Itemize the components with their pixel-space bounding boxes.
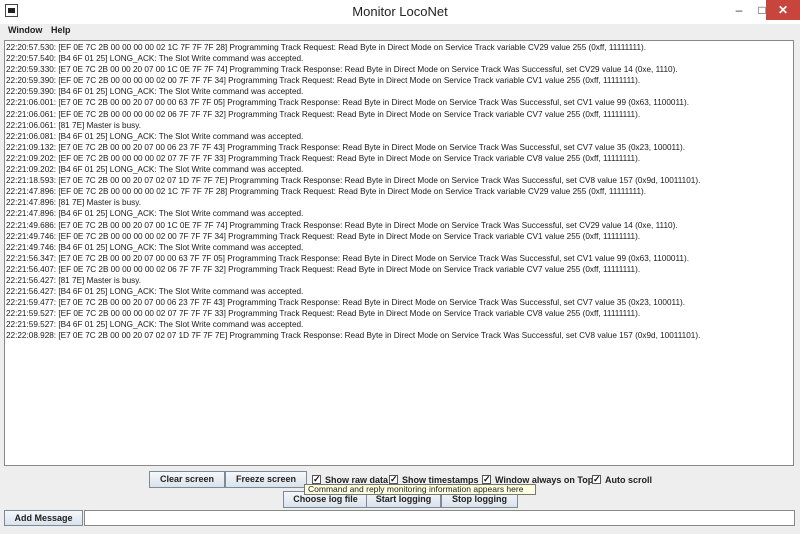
checkbox-checked-icon[interactable] bbox=[482, 473, 491, 485]
log-line: 22:20:59.330: [E7 0E 7C 2B 00 00 20 07 0… bbox=[6, 65, 678, 75]
log-line: 22:21:59.477: [E7 0E 7C 2B 00 00 20 07 0… bbox=[6, 298, 686, 308]
log-line: 22:21:06.081: [B4 6F 01 25] LONG_ACK: Th… bbox=[6, 131, 304, 141]
log-line: 22:21:09.132: [E7 0E 7C 2B 00 00 20 07 0… bbox=[6, 142, 686, 152]
minimize-button[interactable]: – bbox=[726, 0, 752, 20]
title-bar: Monitor LocoNet – □ ✕ bbox=[0, 0, 800, 24]
window-title: Monitor LocoNet bbox=[352, 4, 448, 19]
log-line: 22:21:56.427: [B4 6F 01 25] LONG_ACK: Th… bbox=[6, 287, 304, 297]
log-line: 22:21:49.746: [B4 6F 01 25] LONG_ACK: Th… bbox=[6, 242, 304, 252]
tooltip: Command and reply monitoring information… bbox=[304, 484, 536, 495]
checkbox-checked-icon[interactable] bbox=[312, 473, 321, 485]
add-message-button[interactable]: Add Message bbox=[4, 510, 83, 526]
log-line: 22:21:56.407: [EF 0E 7C 2B 00 00 00 00 0… bbox=[6, 264, 641, 274]
log-line: 22:21:59.527: [B4 6F 01 25] LONG_ACK: Th… bbox=[6, 320, 304, 330]
clear-screen-button[interactable]: Clear screen bbox=[149, 471, 225, 488]
log-line: 22:20:59.390: [EF 0E 7C 2B 00 00 00 00 0… bbox=[6, 76, 641, 86]
log-line: 22:21:47.896: [81 7E] Master is busy. bbox=[6, 198, 142, 208]
log-line: 22:20:59.390: [B4 6F 01 25] LONG_ACK: Th… bbox=[6, 87, 304, 97]
checkbox-checked-icon[interactable] bbox=[592, 473, 601, 485]
log-line: 22:20:57.540: [B4 6F 01 25] LONG_ACK: Th… bbox=[6, 54, 304, 64]
log-line: 22:21:49.686: [E7 0E 7C 2B 00 00 20 07 0… bbox=[6, 220, 678, 230]
log-line: 22:21:49.746: [EF 0E 7C 2B 00 00 00 00 0… bbox=[6, 231, 641, 241]
log-line: 22:21:06.001: [E7 0E 7C 2B 00 00 20 07 0… bbox=[6, 98, 689, 108]
log-line: 22:21:47.896: [EF 0E 7C 2B 00 00 00 00 0… bbox=[6, 187, 647, 197]
log-line: 22:21:47.896: [B4 6F 01 25] LONG_ACK: Th… bbox=[6, 209, 304, 219]
log-line: 22:21:18.593: [E7 0E 7C 2B 00 00 20 07 0… bbox=[6, 176, 701, 186]
log-line: 22:21:09.202: [EF 0E 7C 2B 00 00 00 00 0… bbox=[6, 153, 641, 163]
log-line: 22:21:59.527: [EF 0E 7C 2B 00 00 00 00 0… bbox=[6, 309, 641, 319]
menu-bar: Window Help bbox=[0, 24, 800, 38]
log-line: 22:20:57.530: [EF 0E 7C 2B 00 00 00 00 0… bbox=[6, 43, 647, 52]
close-button[interactable]: ✕ bbox=[766, 0, 800, 20]
auto-scroll-checkbox[interactable]: Auto scroll bbox=[592, 473, 653, 486]
message-input[interactable] bbox=[84, 510, 795, 526]
freeze-screen-button[interactable]: Freeze screen bbox=[225, 471, 307, 488]
log-line: 22:21:06.061: [EF 0E 7C 2B 00 00 00 00 0… bbox=[6, 109, 641, 119]
log-line: 22:21:56.427: [81 7E] Master is busy. bbox=[6, 275, 142, 285]
log-line: 22:21:56.347: [E7 0E 7C 2B 00 00 20 07 0… bbox=[6, 253, 689, 263]
log-line: 22:21:09.202: [B4 6F 01 25] LONG_ACK: Th… bbox=[6, 165, 304, 175]
auto-scroll-label: Auto scroll bbox=[605, 475, 653, 485]
log-line: 22:22:08.928: [E7 0E 7C 2B 00 00 20 07 0… bbox=[6, 331, 701, 341]
monitor-log-area[interactable]: 22:20:57.530: [EF 0E 7C 2B 00 00 00 00 0… bbox=[4, 40, 794, 466]
menu-help[interactable]: Help bbox=[51, 25, 71, 35]
checkbox-checked-icon[interactable] bbox=[389, 473, 398, 485]
log-line: 22:21:06.061: [81 7E] Master is busy. bbox=[6, 120, 142, 130]
menu-window[interactable]: Window bbox=[8, 25, 42, 35]
